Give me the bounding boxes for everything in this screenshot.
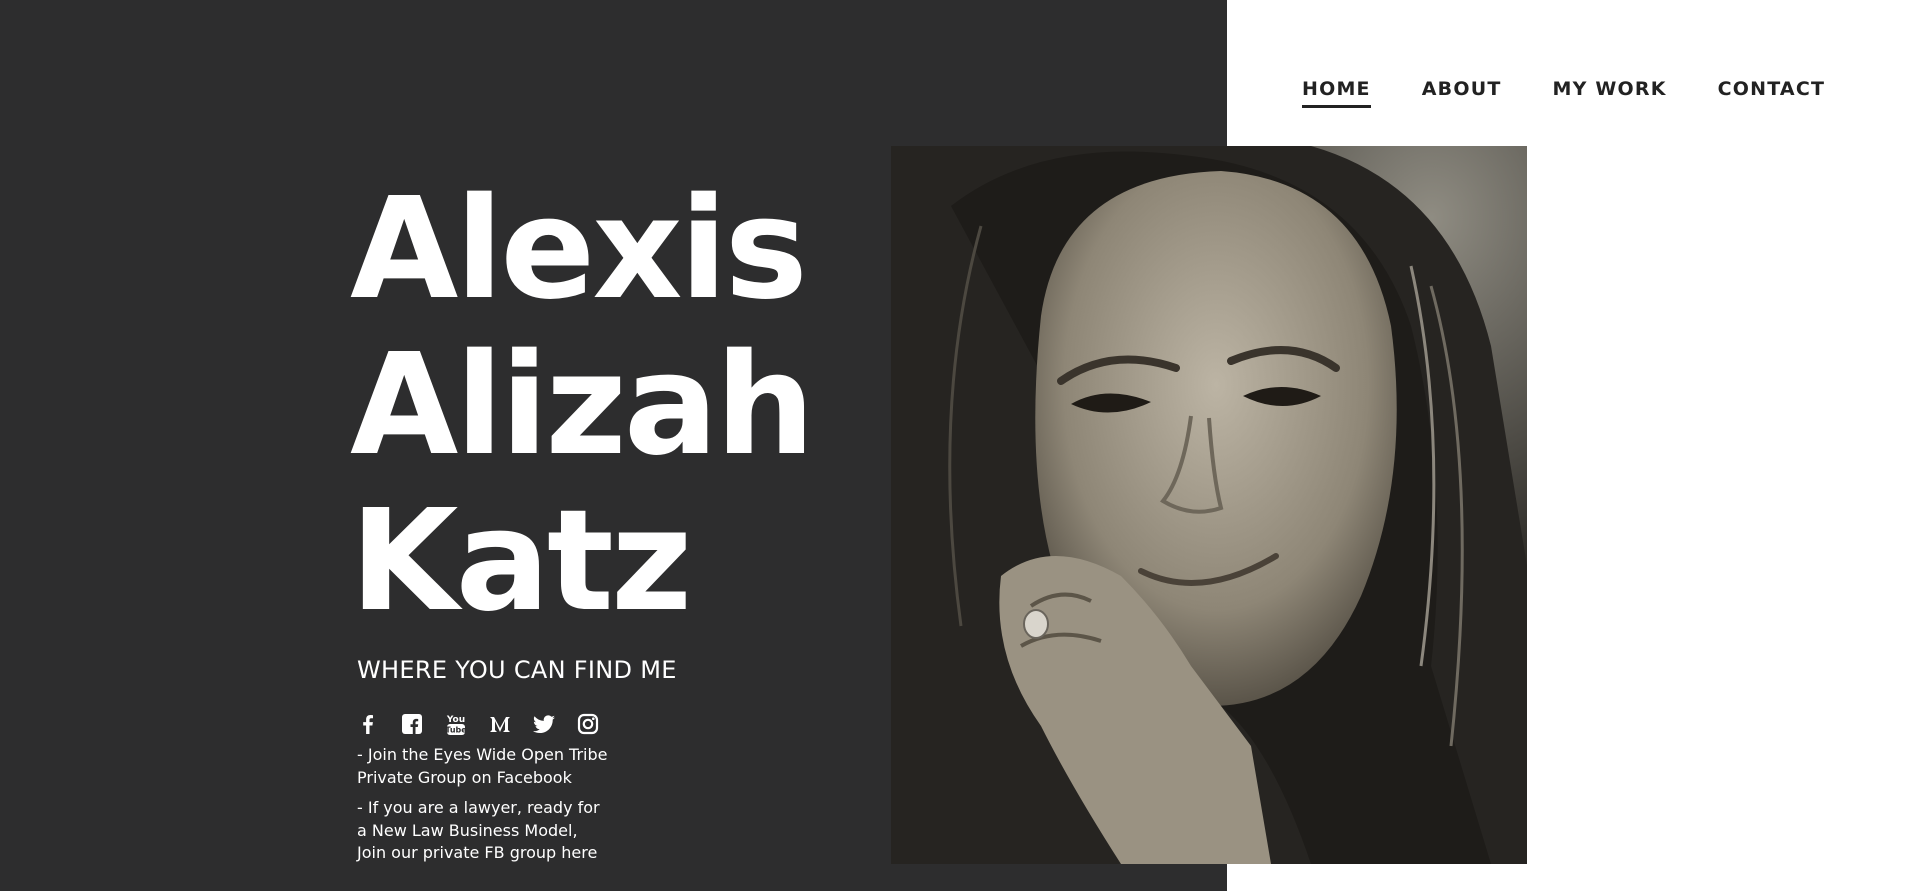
twitter-icon[interactable] — [532, 712, 556, 736]
hero-name-last: Katz — [350, 480, 692, 643]
main-nav: HOME ABOUT MY WORK CONTACT — [1302, 78, 1825, 108]
hero-name: Alexis Alizah Katz — [350, 168, 815, 643]
group-links: - Join the Eyes Wide Open Tribe Private … — [357, 744, 677, 865]
nav-about[interactable]: ABOUT — [1422, 78, 1502, 108]
tribe-link-line-1: - Join the Eyes Wide Open Tribe — [357, 745, 608, 764]
portrait-photo — [891, 146, 1527, 864]
hero-name-first: Alexis — [350, 168, 808, 331]
svg-text:Tube: Tube — [445, 726, 467, 735]
nav-contact[interactable]: CONTACT — [1718, 78, 1826, 108]
lawyer-link-line-1: - If you are a lawyer, ready for — [357, 798, 600, 817]
social-icons: You Tube — [356, 712, 600, 736]
find-me-heading: WHERE YOU CAN FIND ME — [357, 656, 677, 684]
medium-icon[interactable] — [488, 712, 512, 736]
facebook-icon[interactable] — [356, 712, 380, 736]
tribe-link-line-2: Private Group on Facebook — [357, 767, 572, 787]
youtube-icon[interactable]: You Tube — [444, 712, 468, 736]
lawyer-link-line-2: a New Law Business Model, — [357, 820, 578, 840]
lawyer-link-line-3: Join our private FB group here — [357, 843, 598, 862]
facebook-square-icon[interactable] — [400, 712, 424, 736]
hero-name-middle: Alizah — [350, 324, 815, 487]
page: HOME ABOUT MY WORK CONTACT Alexis Alizah… — [0, 0, 1920, 891]
nav-home[interactable]: HOME — [1302, 78, 1371, 108]
lawyer-group-link[interactable]: - If you are a lawyer, ready for a New L… — [357, 797, 677, 865]
instagram-icon[interactable] — [576, 712, 600, 736]
nav-my-work[interactable]: MY WORK — [1552, 78, 1666, 108]
svg-text:You: You — [446, 715, 465, 725]
portrait-illustration — [891, 146, 1527, 864]
tribe-group-link[interactable]: - Join the Eyes Wide Open Tribe Private … — [357, 744, 677, 789]
